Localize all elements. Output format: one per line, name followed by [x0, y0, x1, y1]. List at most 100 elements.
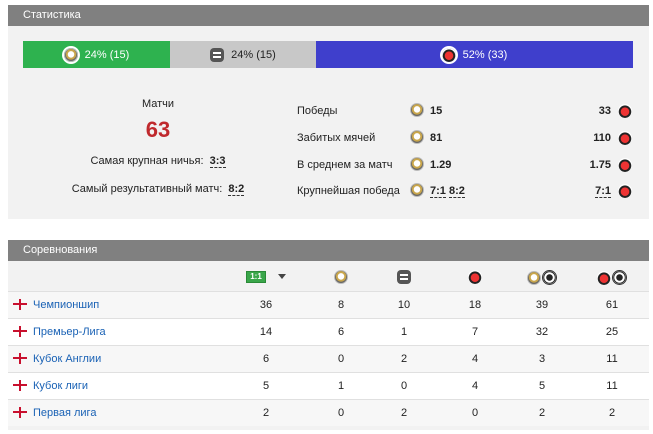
results-distribution-bar: 24% (15) 24% (15) 52% (33): [23, 41, 633, 68]
goals-row: Забитых мячей 81 110: [297, 129, 633, 149]
competitions-panel: Соревнования 1:1 Чемпионшип 36 8 10 18 3…: [8, 240, 649, 430]
home-wins-value: 15: [430, 105, 443, 117]
matches-label: Матчи: [141, 98, 175, 110]
england-flag-icon: [13, 407, 27, 418]
wins-row: Победы 15 33: [297, 102, 633, 122]
draws-cell: 2: [400, 407, 408, 419]
biggest-draw-label: Самая крупная ничья:: [90, 155, 204, 167]
competition-link[interactable]: Чемпионшип: [33, 299, 99, 311]
club-b-goals-cell: 2: [608, 407, 616, 419]
table-row: Премьер-Лига 14 6 1 7 32 25: [8, 318, 649, 345]
competition-link[interactable]: Премьер-Лига: [33, 326, 106, 338]
competitions-header: Соревнования: [8, 240, 649, 261]
club-a-icon: [410, 157, 424, 171]
table-row: Первая лига 2 0 2 0 2 2: [8, 399, 649, 426]
draws-cell: 10: [397, 299, 411, 311]
club-b-goals-cell: 61: [605, 299, 619, 311]
club-b-icon: [618, 184, 632, 198]
sort-caret-icon: [278, 273, 286, 279]
biggest-win-row: Крупнейшая победа 7:1 8:2 7:1: [297, 182, 633, 202]
biggest-draw-link[interactable]: 3:3: [209, 155, 226, 168]
club-b-wins-header[interactable]: [445, 270, 505, 284]
away-goals-value: 110: [593, 132, 611, 144]
club-b-goals-cell: 11: [606, 380, 618, 392]
matches-cell: 36: [259, 299, 273, 311]
club-b-goals-header[interactable]: [582, 270, 642, 288]
home-biggest-win-link-2[interactable]: 8:2: [448, 185, 465, 198]
home-goals-value: 81: [430, 132, 443, 144]
away-average-value: 1.75: [589, 159, 611, 171]
away-wins-segment[interactable]: 52% (33): [316, 41, 633, 68]
draws-segment[interactable]: 24% (15): [170, 41, 316, 68]
highest-scoring-label: Самый результативный матч:: [71, 183, 223, 195]
home-biggest-win-link-1[interactable]: 7:1: [430, 185, 446, 198]
club-a-wins-cell: 1: [337, 380, 345, 392]
matches-cell: 5: [262, 380, 270, 392]
away-wins-label: 52% (33): [462, 48, 508, 61]
draws-cell: 0: [400, 380, 408, 392]
football-icon: [612, 270, 627, 285]
biggest-draw-row: Самая крупная ничья: 3:3: [8, 155, 308, 168]
club-a-icon: [527, 270, 541, 285]
club-a-icon: [63, 47, 78, 62]
club-b-icon: [618, 131, 632, 145]
table-row: Кубок Англии 6 0 2 4 3 11: [8, 345, 649, 372]
table-row: Кубок лиги 5 1 0 4 5 11: [8, 372, 649, 399]
draws-header[interactable]: [374, 270, 434, 284]
matches-count: 63: [145, 117, 171, 142]
competition-link[interactable]: Кубок Англии: [33, 353, 101, 365]
football-icon: [542, 270, 557, 285]
club-a-icon: [410, 183, 424, 197]
draws-cell: 1: [400, 326, 408, 338]
h2h-matches-icon: 1:1: [246, 271, 266, 283]
club-b-wins-cell: 18: [468, 299, 482, 311]
competition-link[interactable]: Первая лига: [33, 407, 96, 419]
draws-label: 24% (15): [231, 48, 276, 61]
club-a-goals-cell: 5: [538, 380, 546, 392]
home-wins-segment[interactable]: 24% (15): [23, 41, 170, 68]
highest-scoring-row: Самый результативный матч: 8:2: [8, 183, 308, 196]
club-b-icon: [468, 270, 482, 284]
club-a-goals-cell: 2: [538, 407, 546, 419]
england-flag-icon: [13, 326, 27, 337]
club-a-icon: [410, 103, 424, 117]
club-a-wins-header[interactable]: [311, 270, 371, 284]
average-label: В среднем за матч: [297, 159, 393, 171]
highest-scoring-link[interactable]: 8:2: [228, 183, 245, 196]
draw-icon: [210, 47, 225, 62]
club-b-icon: [618, 104, 632, 118]
goals-label: Забитых мячей: [297, 132, 376, 144]
england-flag-icon: [13, 353, 27, 364]
matches-cell: 14: [259, 326, 273, 338]
club-a-wins-cell: 0: [337, 353, 345, 365]
club-b-wins-cell: 4: [471, 380, 479, 392]
average-row: В среднем за матч 1.29 1.75: [297, 156, 633, 176]
club-a-goals-cell: 32: [535, 326, 549, 338]
statistics-header: Статистика: [8, 5, 649, 26]
table-row: Чемпионшип 36 8 10 18 39 61: [8, 291, 649, 318]
wins-label: Победы: [297, 105, 338, 117]
club-a-goals-cell: 3: [538, 353, 546, 365]
matches-cell: 2: [262, 407, 270, 419]
england-flag-icon: [13, 299, 27, 310]
club-b-wins-cell: 7: [471, 326, 479, 338]
club-a-wins-cell: 6: [337, 326, 345, 338]
home-wins-label: 24% (15): [84, 48, 130, 61]
club-b-icon: [618, 158, 632, 172]
draws-cell: 2: [400, 353, 408, 365]
away-biggest-win-link[interactable]: 7:1: [595, 185, 611, 198]
club-a-wins-cell: 0: [337, 407, 345, 419]
competition-link[interactable]: Кубок лиги: [33, 380, 88, 392]
england-flag-icon: [13, 380, 27, 391]
club-a-wins-cell: 8: [337, 299, 345, 311]
home-biggest-wins: 7:1 8:2: [430, 185, 465, 198]
away-wins-value: 33: [598, 105, 611, 117]
club-a-goals-header[interactable]: [512, 270, 572, 288]
club-b-wins-cell: 4: [471, 353, 479, 365]
club-b-icon: [597, 270, 611, 285]
club-b-icon: [441, 47, 456, 62]
sort-by-matches-header[interactable]: 1:1: [236, 270, 296, 283]
draw-icon: [397, 270, 411, 284]
competitions-table-body: Чемпионшип 36 8 10 18 39 61 Премьер-Лига…: [8, 291, 649, 426]
club-a-icon: [334, 270, 348, 284]
